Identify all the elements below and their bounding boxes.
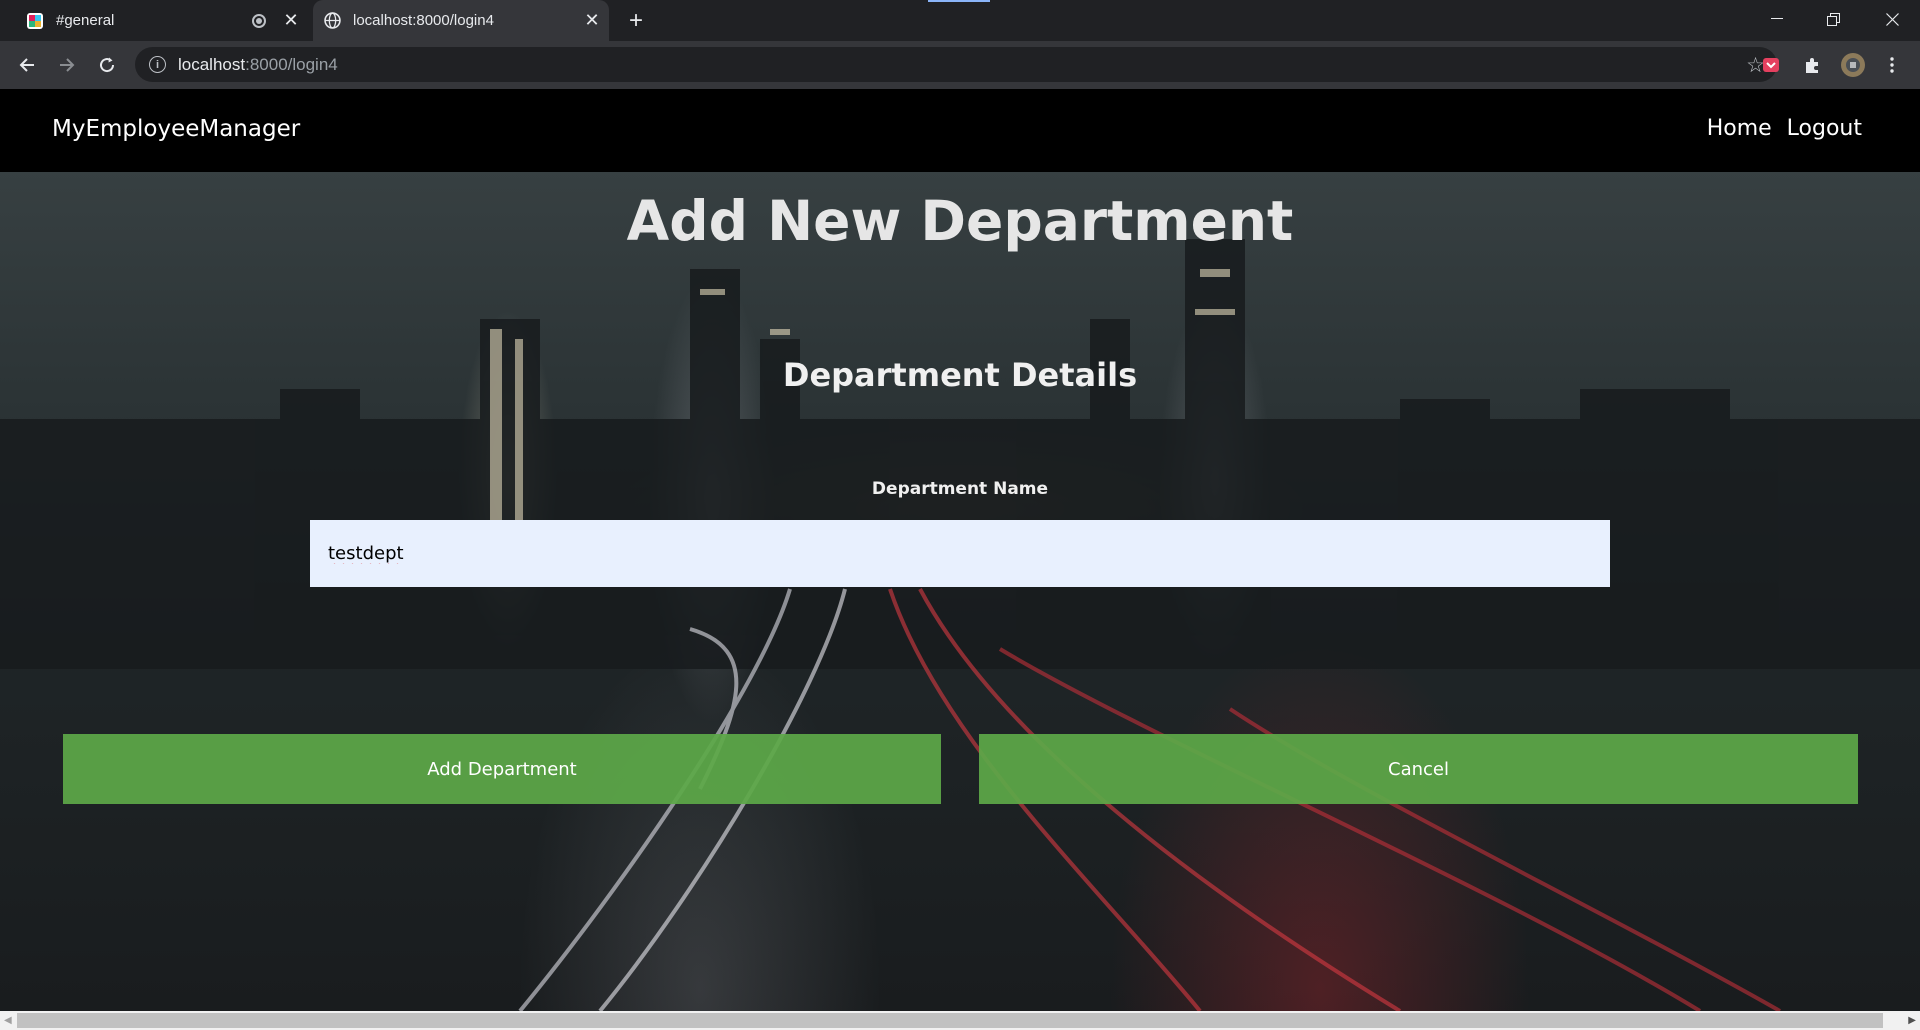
tab-title: #general: [56, 12, 115, 29]
department-name-label: Department Name: [871, 479, 1049, 499]
profile-avatar[interactable]: [1840, 52, 1866, 78]
browser-tab-strip: #general ✕ localhost:8000/login4 ✕ +: [0, 0, 1920, 41]
back-icon[interactable]: [12, 50, 42, 80]
globe-icon: [323, 12, 341, 30]
scroll-right-icon[interactable]: ▶: [1908, 1015, 1916, 1026]
extensions-puzzle-icon[interactable]: [1799, 52, 1825, 78]
page-title: Add New Department: [626, 189, 1294, 253]
close-tab-icon[interactable]: ✕: [581, 10, 603, 32]
top-navbar: MyEmployeeManager Home Logout: [0, 89, 1920, 172]
scroll-left-icon[interactable]: ◀: [4, 1015, 12, 1026]
nav-home-link[interactable]: Home: [1707, 116, 1772, 141]
browser-tab-general[interactable]: #general ✕: [16, 0, 308, 41]
slack-app-icon: [26, 12, 44, 30]
restore-icon[interactable]: [1805, 0, 1861, 38]
new-tab-button[interactable]: +: [622, 7, 650, 35]
reload-icon[interactable]: [92, 50, 122, 80]
scrollbar-thumb[interactable]: [17, 1013, 1883, 1028]
pocket-extension-icon[interactable]: [1758, 52, 1784, 78]
page-viewport: MyEmployeeManager Home Logout Add New De…: [0, 89, 1920, 1011]
address-bar[interactable]: i localhost:8000/login4 ☆: [135, 47, 1777, 82]
add-department-button[interactable]: Add Department: [63, 734, 941, 804]
close-tab-icon[interactable]: ✕: [280, 10, 302, 32]
site-info-icon[interactable]: i: [149, 56, 166, 73]
close-window-icon[interactable]: [1864, 0, 1920, 38]
nav-links: Home Logout: [1699, 116, 1862, 141]
browser-tab-active[interactable]: localhost:8000/login4 ✕: [313, 0, 609, 41]
brand-logo[interactable]: MyEmployeeManager: [52, 116, 300, 142]
tab-strip-accent: [928, 0, 990, 2]
section-title: Department Details: [782, 356, 1138, 394]
address-url: localhost:8000/login4: [178, 55, 338, 74]
minimize-icon[interactable]: [1749, 0, 1805, 38]
nav-logout-link[interactable]: Logout: [1787, 116, 1862, 141]
department-name-input[interactable]: [310, 520, 1610, 587]
recording-indicator-icon: [252, 13, 266, 28]
tab-title: localhost:8000/login4: [353, 12, 494, 29]
forward-icon[interactable]: [52, 50, 82, 80]
cancel-button[interactable]: Cancel: [979, 734, 1858, 804]
browser-toolbar: i localhost:8000/login4 ☆: [0, 41, 1920, 89]
horizontal-scrollbar[interactable]: ◀ ▶: [0, 1011, 1920, 1030]
browser-menu-icon[interactable]: [1879, 52, 1905, 78]
